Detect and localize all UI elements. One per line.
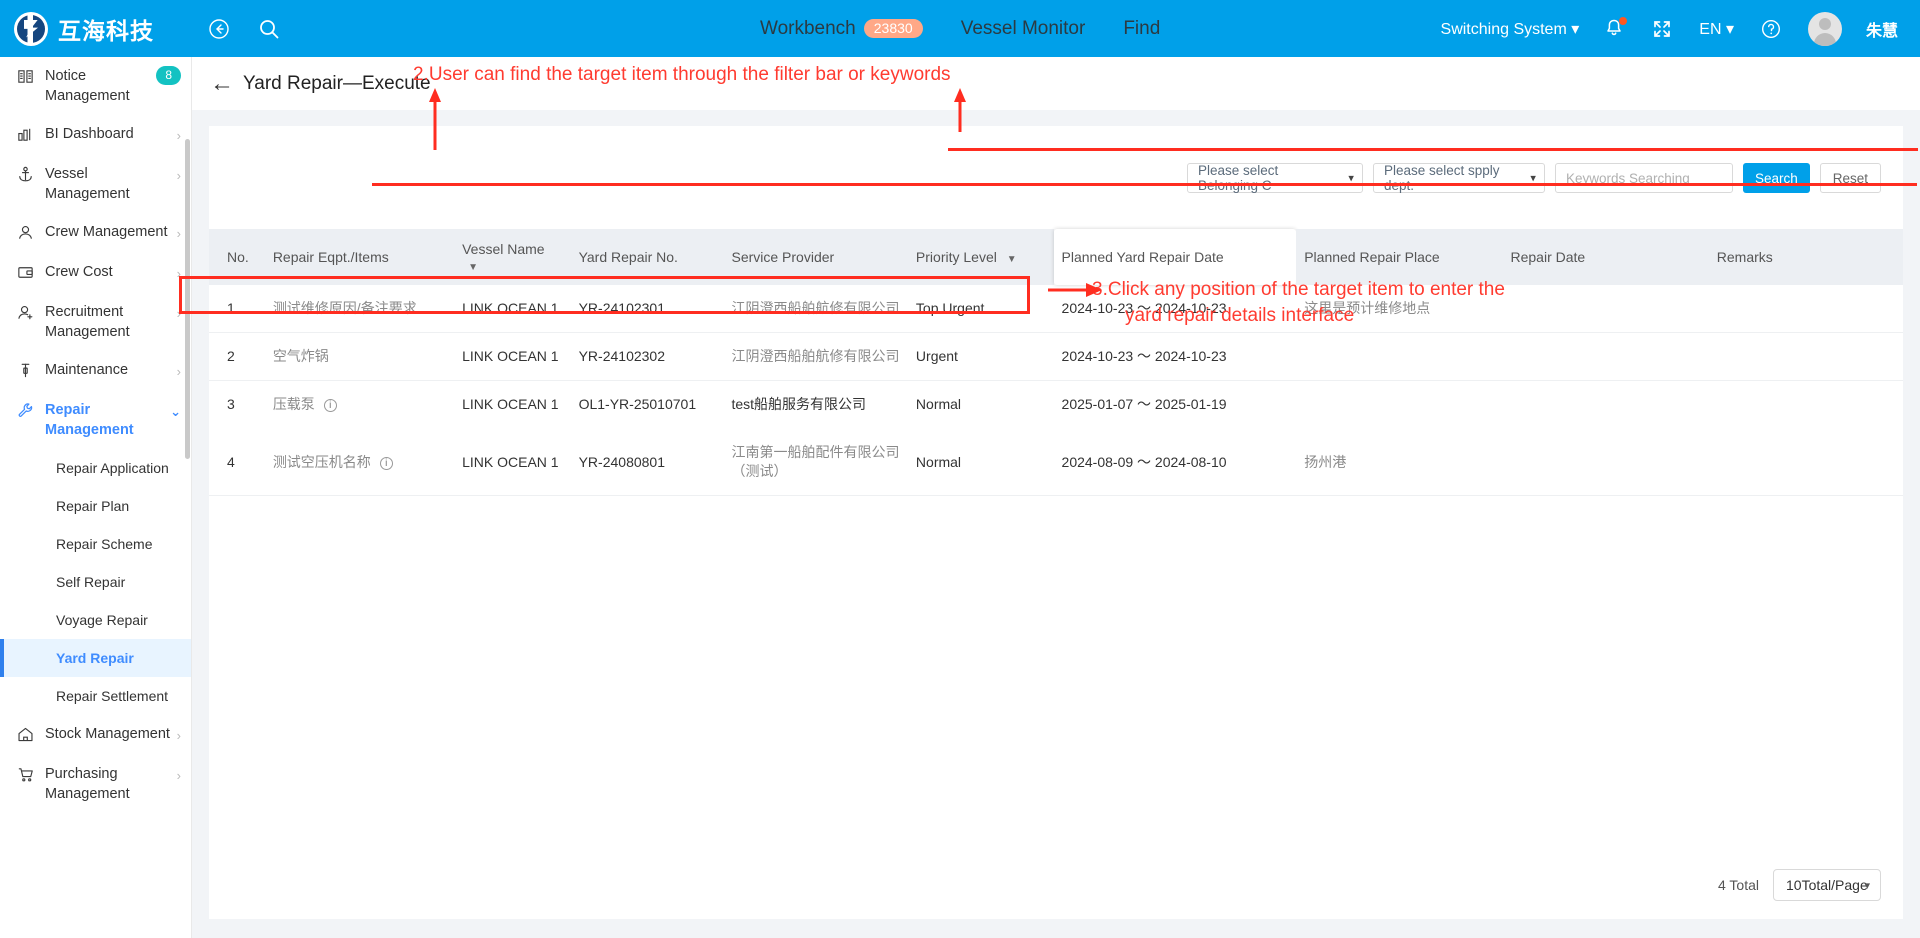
annotation-arrows: [429, 88, 1102, 297]
